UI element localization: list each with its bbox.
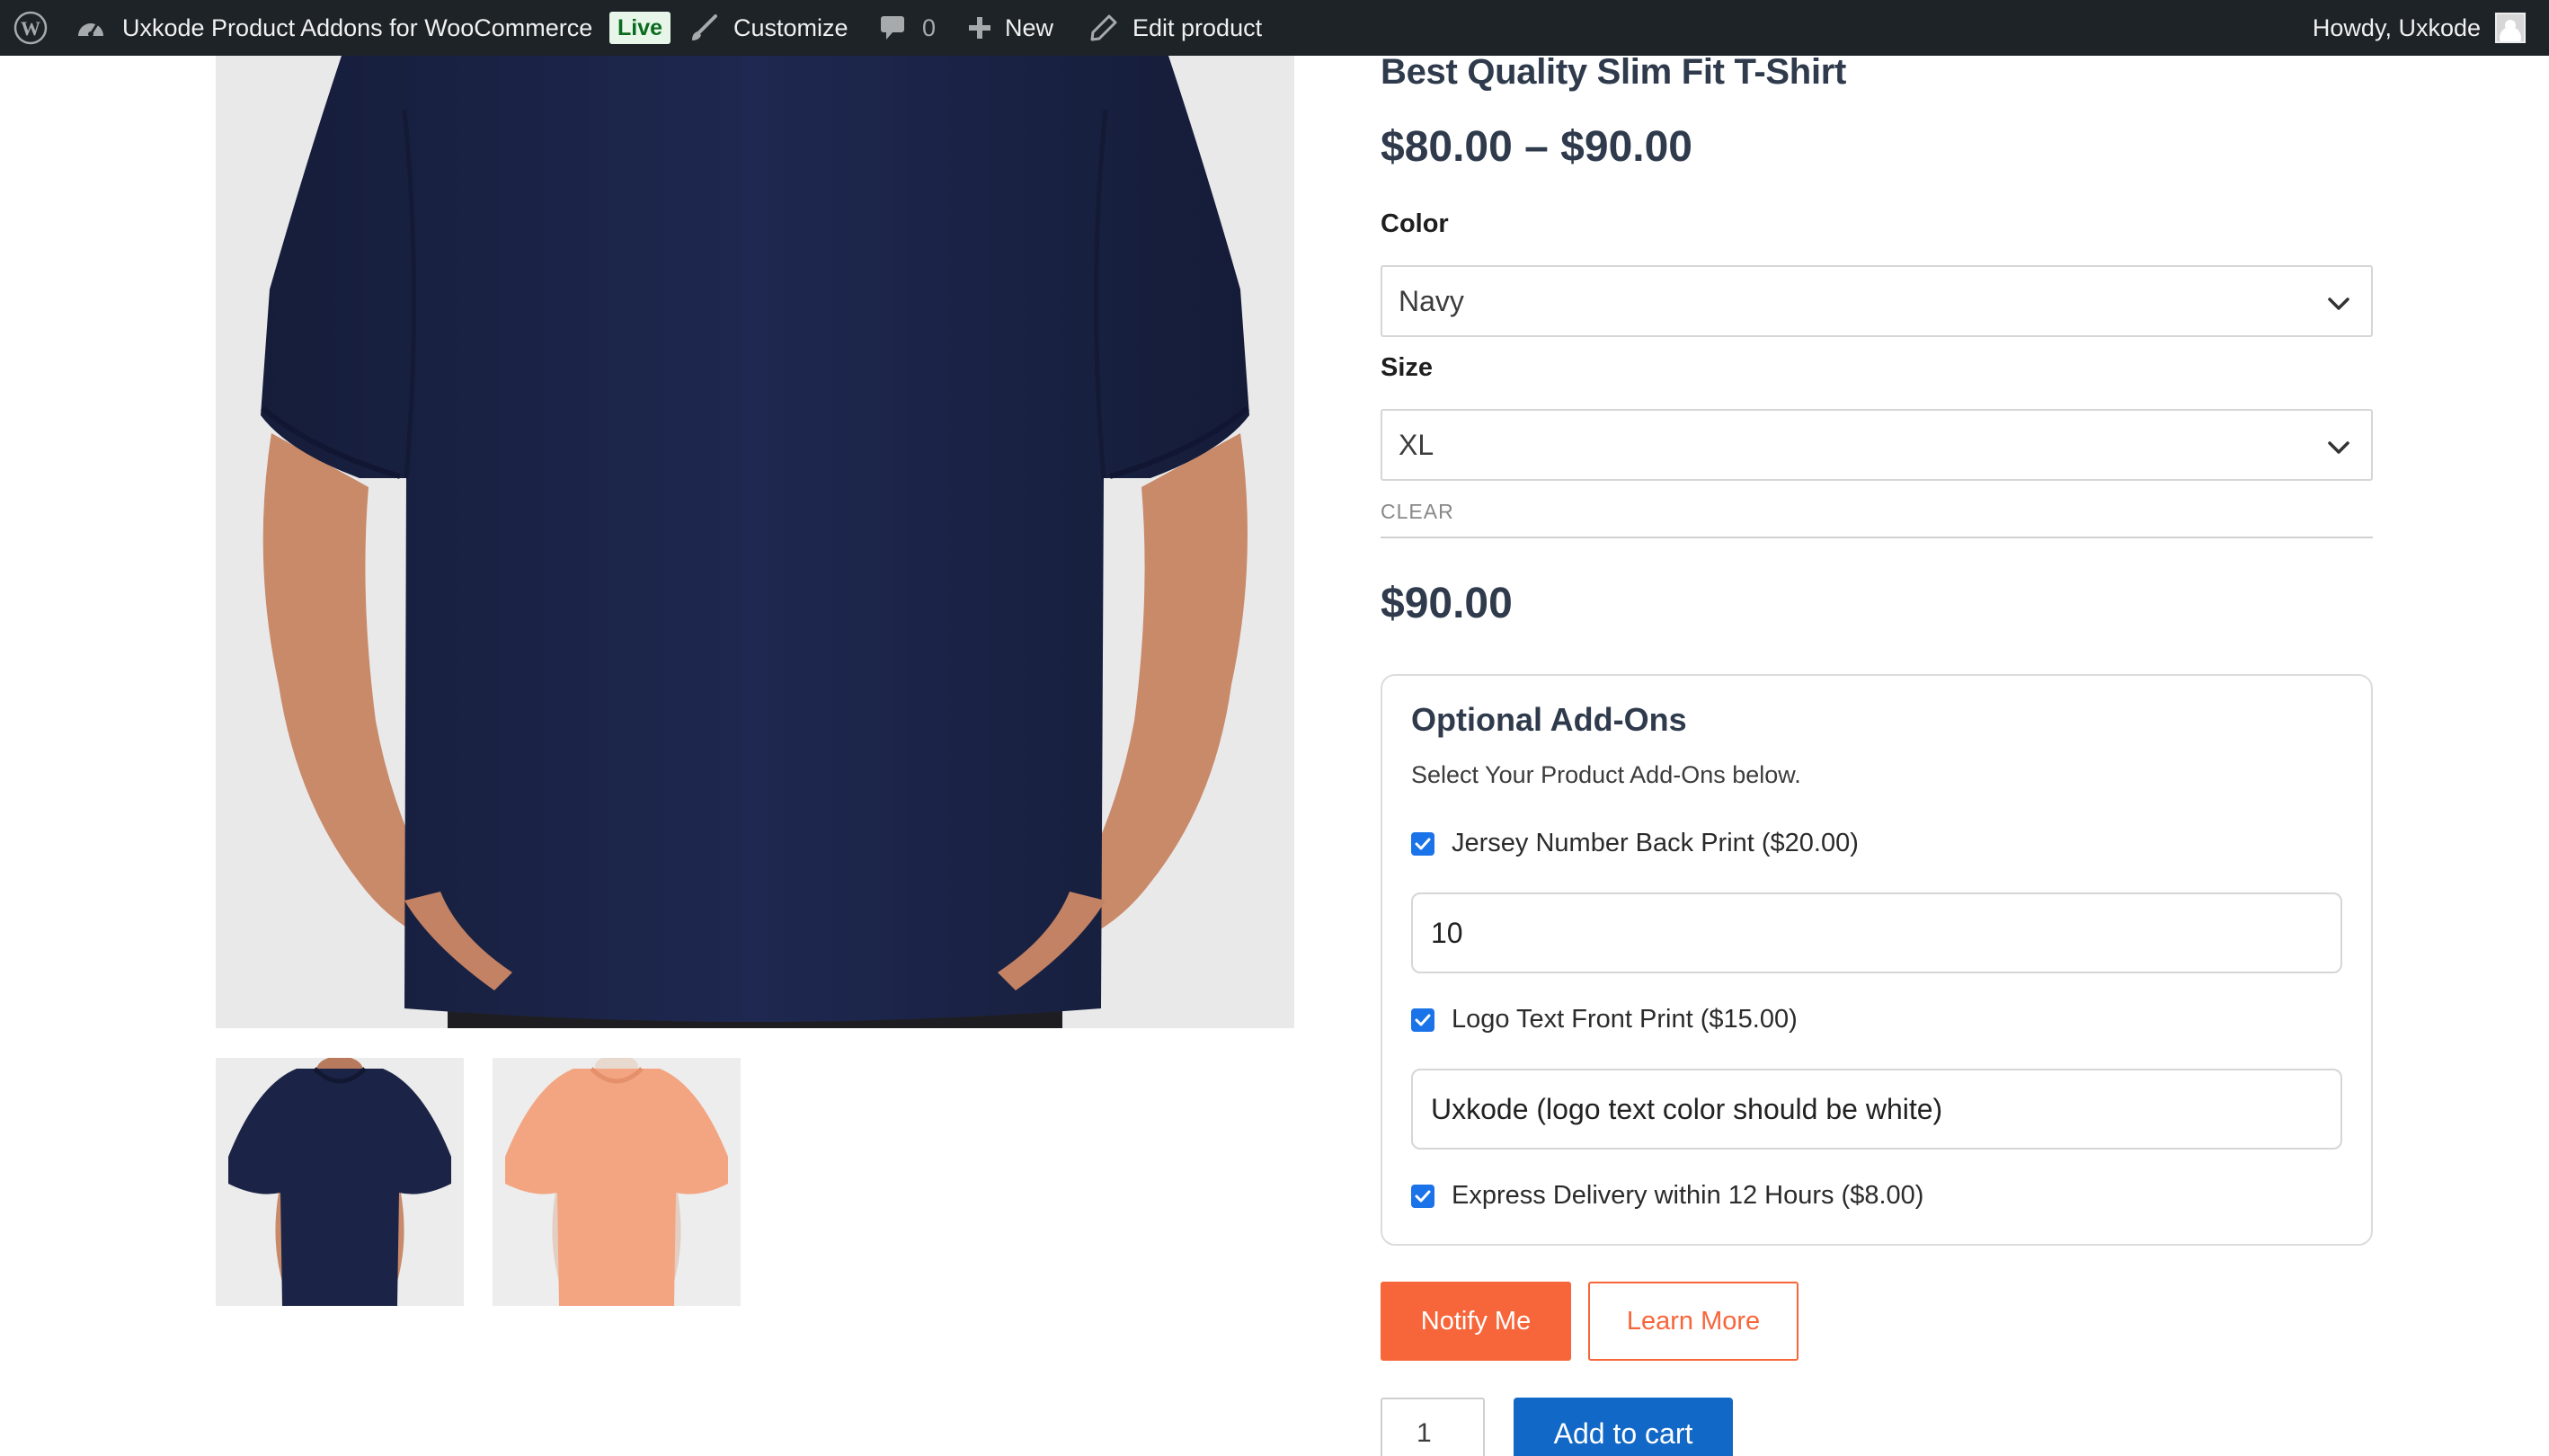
notify-me-button[interactable]: Notify Me (1381, 1282, 1571, 1361)
quantity-input[interactable]: 1 (1381, 1398, 1485, 1456)
thumbnail-peach[interactable] (493, 1058, 741, 1306)
site-name-link[interactable]: Uxkode Product Addons for WooCommerce (75, 0, 592, 56)
avatar-icon (2495, 13, 2526, 43)
addon-logo-text-label: Logo Text Front Print ($15.00) (1452, 1005, 1798, 1034)
addons-title: Optional Add-Ons (1411, 701, 1687, 738)
svg-text:W: W (21, 17, 40, 40)
addon-jersey-number-label: Jersey Number Back Print ($20.00) (1452, 829, 1859, 857)
dashboard-icon (75, 14, 106, 41)
checkmark-icon (1415, 1014, 1431, 1025)
size-select[interactable]: XL (1381, 409, 2373, 481)
add-to-cart-button[interactable]: Add to cart (1514, 1398, 1733, 1456)
addon-express-delivery[interactable]: Express Delivery within 12 Hours ($8.00) (1411, 1181, 1923, 1211)
main-product-image[interactable] (216, 56, 1294, 1028)
addon-express-delivery-label: Express Delivery within 12 Hours ($8.00) (1452, 1181, 1924, 1210)
chevron-down-icon (2326, 434, 2351, 467)
color-select[interactable]: Navy (1381, 265, 2373, 337)
comment-icon (879, 13, 908, 42)
wordpress-logo-icon[interactable]: W (13, 0, 49, 56)
addon-logo-text-input[interactable]: Uxkode (logo text color should be white) (1411, 1069, 2342, 1150)
size-select-value: XL (1399, 428, 1434, 461)
addons-description: Select Your Product Add-Ons below. (1411, 761, 1801, 788)
variation-price: $90.00 (1381, 580, 1513, 627)
admin-bar: W Uxkode Product Addons for WooCommerce … (0, 0, 2549, 56)
live-badge: Live (609, 0, 671, 56)
customize-link[interactable]: Customize (688, 0, 848, 56)
my-account-menu[interactable]: Howdy, Uxkode (2313, 0, 2526, 56)
color-select-value: Navy (1399, 284, 1464, 317)
checkmark-icon (1415, 1190, 1431, 1202)
addon-jersey-number-checkbox[interactable] (1411, 831, 1434, 856)
chevron-down-icon (2326, 290, 2351, 324)
size-label: Size (1381, 353, 1434, 382)
product-title: Best Quality Slim Fit T-Shirt (1381, 52, 1847, 92)
divider (1381, 537, 2373, 538)
customize-brush-icon (688, 13, 719, 43)
price-range: $80.00 – $90.00 (1381, 123, 1692, 171)
addon-logo-text-checkbox[interactable] (1411, 1008, 1434, 1032)
addon-express-delivery-checkbox[interactable] (1411, 1184, 1434, 1208)
clear-variations-link[interactable]: CLEAR (1381, 500, 2373, 524)
comments-link[interactable]: 0 (879, 0, 936, 56)
learn-more-button[interactable]: Learn More (1588, 1282, 1799, 1361)
thumbnail-navy[interactable] (216, 1058, 464, 1306)
edit-product-link[interactable]: Edit product (1089, 0, 1262, 56)
site-name: Uxkode Product Addons for WooCommerce (122, 13, 593, 41)
addon-jersey-number[interactable]: Jersey Number Back Print ($20.00) (1411, 829, 1859, 858)
pencil-icon (1089, 13, 1118, 42)
color-label: Color (1381, 209, 1449, 238)
addon-logo-text[interactable]: Logo Text Front Print ($15.00) (1411, 1005, 1798, 1034)
plus-icon (967, 15, 992, 40)
new-content-link[interactable]: New (967, 0, 1053, 56)
addon-jersey-number-input[interactable]: 10 (1411, 892, 2342, 973)
checkmark-icon (1415, 838, 1431, 849)
addons-box: Optional Add-Ons Select Your Product Add… (1381, 674, 2373, 1246)
